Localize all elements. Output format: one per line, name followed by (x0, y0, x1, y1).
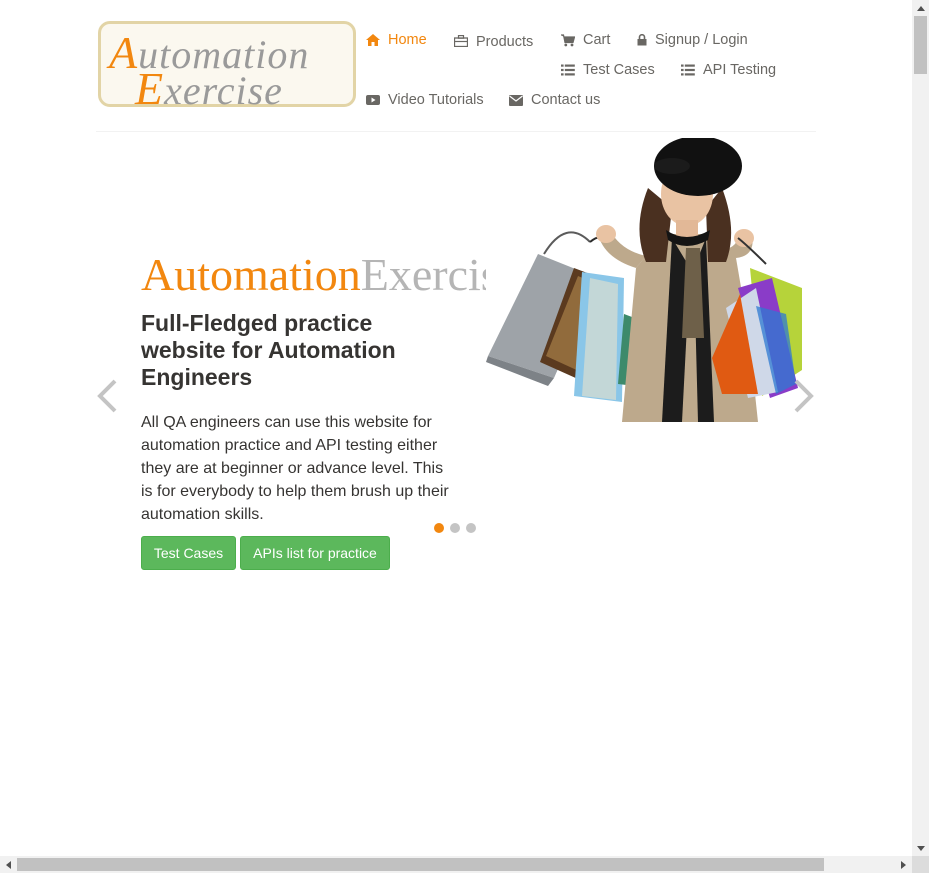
chevron-left-icon (97, 379, 117, 413)
apis-list-button[interactable]: APIs list for practice (240, 536, 390, 570)
lock-icon (637, 34, 647, 46)
site-logo[interactable]: Automation Exercise (98, 21, 356, 114)
video-icon (366, 95, 380, 105)
scroll-down-arrow[interactable] (912, 840, 929, 856)
carousel-indicator-2[interactable] (450, 523, 460, 533)
nav-video-tutorials-label: Video Tutorials (388, 92, 484, 108)
nav-signup-login-label: Signup / Login (655, 32, 748, 48)
envelope-icon (509, 94, 523, 106)
hero-brand-title: AutomationExercise (141, 249, 486, 300)
nav-api-testing[interactable]: API Testing (681, 62, 776, 78)
horizontal-scroll-thumb[interactable] (17, 858, 824, 871)
nav-cart[interactable]: Cart (561, 32, 610, 48)
nav-api-testing-label: API Testing (703, 62, 777, 78)
horizontal-scrollbar[interactable] (0, 856, 912, 873)
nav-signup-login[interactable]: Signup / Login (637, 32, 748, 48)
chevron-right-icon (794, 379, 814, 413)
nav-contact-us-label: Contact us (531, 92, 601, 108)
carousel-prev[interactable] (95, 378, 119, 419)
list-icon (681, 64, 695, 76)
vertical-scrollbar[interactable] (912, 0, 929, 856)
carousel-next[interactable] (792, 378, 816, 419)
header-divider (96, 131, 816, 132)
home-icon (366, 34, 380, 46)
nav-contact-us[interactable]: Contact us (509, 92, 600, 108)
test-cases-button[interactable]: Test Cases (141, 536, 236, 570)
page-viewport: Automation Exercise Home Products Cart S… (0, 0, 912, 856)
nav-cart-label: Cart (583, 32, 611, 48)
hero-description: All QA engineers can use this website fo… (141, 414, 449, 523)
logo-text-line-2: Exercise (135, 63, 283, 114)
hero-heading: Full-Fledged practice website for Automa… (141, 310, 396, 390)
scroll-up-arrow[interactable] (912, 0, 929, 16)
nav-video-tutorials[interactable]: Video Tutorials (366, 92, 484, 108)
carousel-indicator-3[interactable] (466, 523, 476, 533)
scrollbar-corner (912, 856, 929, 873)
carousel-indicators (434, 523, 476, 533)
carousel-indicator-1[interactable] (434, 523, 444, 533)
vertical-scroll-thumb[interactable] (914, 16, 927, 74)
scroll-right-arrow[interactable] (895, 856, 912, 873)
nav-products[interactable]: Products (454, 32, 533, 50)
nav-home[interactable]: Home (366, 32, 427, 48)
products-icon (454, 35, 468, 47)
nav-home-label: Home (388, 32, 427, 48)
cart-icon (561, 33, 575, 46)
list-icon (561, 64, 575, 76)
nav-test-cases[interactable]: Test Cases (561, 62, 655, 78)
nav-products-label: Products (476, 34, 534, 50)
nav-test-cases-label: Test Cases (583, 62, 655, 78)
scroll-left-arrow[interactable] (0, 856, 17, 873)
hero-image (486, 138, 802, 422)
